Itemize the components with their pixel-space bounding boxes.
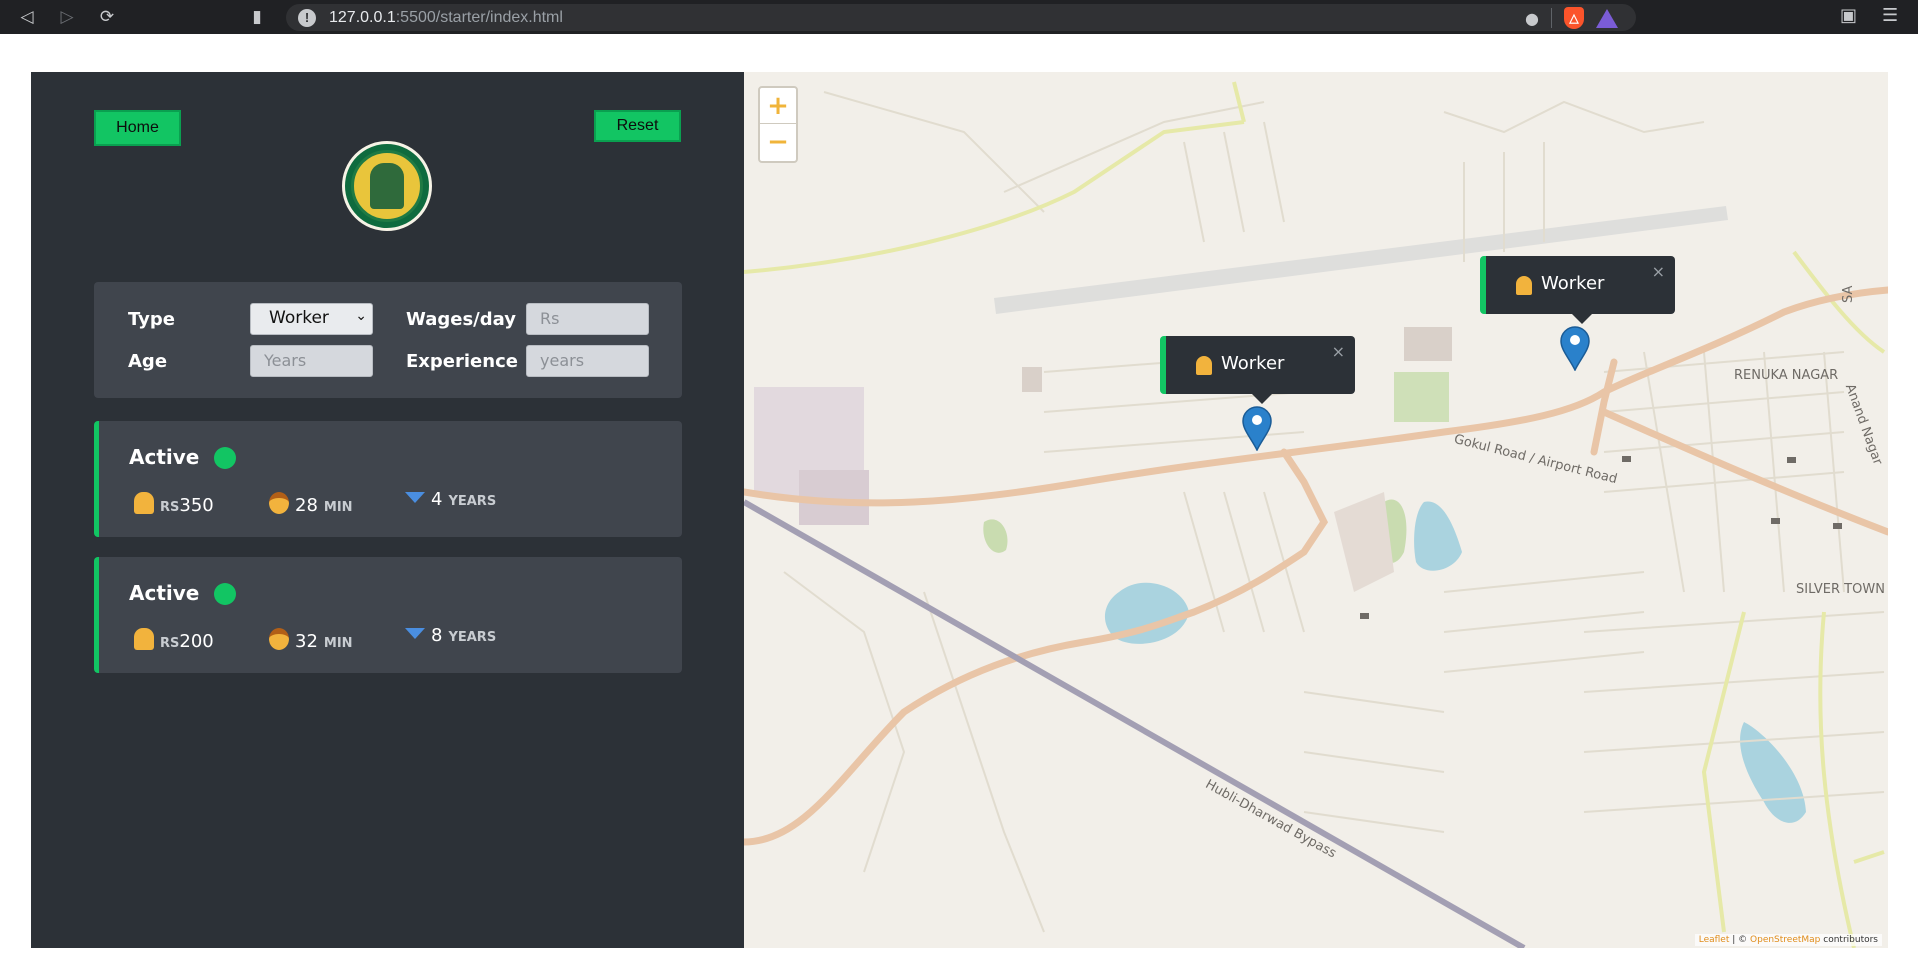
menu-icon[interactable]: ☰	[1882, 5, 1898, 26]
wage-prefix: RS	[160, 500, 180, 515]
worker-icon	[1516, 276, 1532, 295]
leaflet-link[interactable]: Leaflet	[1699, 935, 1730, 945]
experience-label: Experience	[406, 351, 518, 372]
wage-value: 350	[179, 495, 214, 516]
popup-tip	[1252, 394, 1272, 404]
status-label: Active	[129, 581, 200, 605]
type-select[interactable]: Worker ⌄	[250, 303, 373, 335]
reset-button[interactable]: Reset	[594, 110, 681, 142]
osm-link[interactable]: OpenStreetMap	[1750, 935, 1820, 945]
address-bar[interactable]: ! 127.0.0.1:5500/starter/index.html ● △	[286, 4, 1636, 31]
time-value: 28	[295, 495, 318, 516]
worker-card[interactable]: Active RS200 32 MIN 8 YEARS	[94, 557, 682, 673]
attribution-contributors: contributors	[1820, 935, 1878, 945]
marker-popup[interactable]: Worker ×	[1480, 256, 1675, 324]
popup-tip	[1572, 314, 1592, 324]
years-value: 8	[431, 625, 443, 646]
brave-shields-icon[interactable]: △	[1564, 7, 1584, 29]
worker-icon	[1196, 356, 1212, 375]
url-text[interactable]: 127.0.0.1:5500/starter/index.html	[329, 9, 563, 27]
url-path: :5500/starter/index.html	[395, 8, 563, 26]
wages-input[interactable]: Rs	[526, 303, 649, 335]
age-input[interactable]: Years	[250, 345, 373, 377]
campus	[1334, 492, 1394, 592]
lake	[1414, 501, 1462, 571]
type-select-value: Worker	[269, 308, 329, 328]
forward-icon[interactable]: ▷	[54, 4, 80, 30]
wage-stat: RS200	[134, 625, 214, 652]
time-value: 32	[295, 631, 318, 652]
back-icon[interactable]: ◁	[14, 4, 40, 30]
popup-label: Worker	[1221, 353, 1285, 374]
building	[1022, 367, 1042, 392]
marker-popup[interactable]: Worker ×	[1160, 336, 1355, 404]
experience-stat: 4 YEARS	[405, 489, 496, 510]
map-marker-icon[interactable]	[1559, 325, 1591, 371]
bookmark-icon[interactable]: ▮	[244, 4, 270, 30]
brave-rewards-icon[interactable]	[1596, 8, 1618, 28]
person-icon	[269, 492, 289, 514]
wage-value: 200	[179, 631, 214, 652]
time-unit: MIN	[323, 636, 353, 651]
reload-icon[interactable]: ⟳	[94, 4, 120, 30]
person-icon	[269, 628, 289, 650]
experience-input[interactable]: years	[526, 345, 649, 377]
years-value: 4	[431, 489, 443, 510]
zoom-in-button[interactable]: +	[760, 88, 796, 124]
worker-card[interactable]: Active RS350 28 MIN 4 YEARS	[94, 421, 682, 537]
years-unit: YEARS	[448, 494, 497, 509]
worker-icon	[134, 492, 154, 514]
status-dot	[214, 447, 236, 469]
type-label: Type	[128, 309, 175, 330]
wages-label: Wages/day	[406, 309, 516, 330]
bypass-road	[744, 499, 1526, 948]
years-unit: YEARS	[448, 630, 497, 645]
popup-label: Worker	[1541, 273, 1605, 294]
sidebar-panel: Home Reset Type Worker ⌄ Wages/day Rs Ag…	[31, 72, 744, 948]
building	[1404, 327, 1452, 361]
location-icon[interactable]: ●	[1525, 9, 1539, 28]
map-label-renuka: RENUKA NAGAR	[1734, 368, 1839, 383]
map-view[interactable]: RENUKA NAGAR SILVER TOWN SA Anand Nagar …	[744, 72, 1888, 948]
wage-stat: RS350	[134, 489, 214, 516]
map-label-silver: SILVER TOWN	[1796, 582, 1885, 597]
hourglass-icon	[405, 628, 425, 639]
park	[983, 519, 1008, 553]
time-unit: MIN	[323, 500, 353, 515]
logo-figure	[370, 163, 404, 209]
zoom-control: + −	[758, 86, 798, 163]
logo-inner	[351, 150, 423, 222]
park	[1394, 372, 1449, 422]
experience-stat: 8 YEARS	[405, 625, 496, 646]
time-stat: 28 MIN	[269, 489, 353, 516]
age-label: Age	[128, 351, 168, 372]
filter-panel: Type Worker ⌄ Wages/day Rs Age Years Exp…	[94, 282, 682, 398]
logo-emblem	[342, 141, 432, 231]
hourglass-icon	[405, 492, 425, 503]
status-dot	[214, 583, 236, 605]
map-label-sa: SA	[1841, 285, 1856, 303]
worker-icon	[134, 628, 154, 650]
close-icon[interactable]: ×	[1332, 342, 1345, 361]
map-tiles	[744, 81, 1888, 948]
separator	[1551, 8, 1552, 28]
map-marker-icon[interactable]	[1241, 405, 1273, 451]
wallet-icon[interactable]: ▣	[1840, 5, 1857, 26]
time-stat: 32 MIN	[269, 625, 353, 652]
info-icon[interactable]: !	[298, 8, 316, 27]
close-icon[interactable]: ×	[1652, 262, 1665, 281]
status-label: Active	[129, 445, 200, 469]
map-attribution: Leaflet | © OpenStreetMap contributors	[1694, 934, 1882, 946]
zoom-out-button[interactable]: −	[760, 124, 796, 160]
wage-prefix: RS	[160, 636, 180, 651]
browser-toolbar: ◁ ▷ ⟳ ▮ ! 127.0.0.1:5500/starter/index.h…	[0, 0, 1918, 34]
home-button[interactable]: Home	[94, 110, 181, 146]
attribution-separator: | ©	[1729, 935, 1751, 945]
chevron-down-icon: ⌄	[355, 308, 367, 324]
url-host: 127.0.0.1	[329, 8, 396, 26]
